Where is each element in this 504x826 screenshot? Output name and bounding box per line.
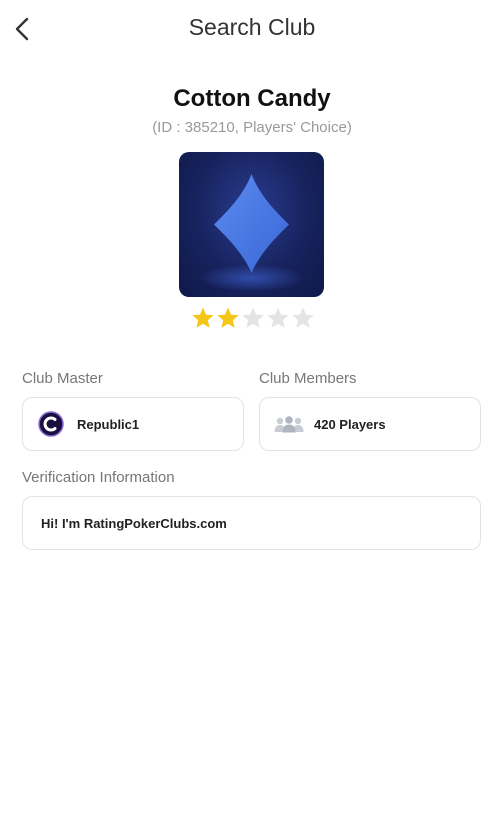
verification-card: Hi! I'm RatingPokerClubs.com: [22, 496, 481, 550]
star-filled-icon: [192, 307, 214, 328]
club-members-count: 420 Players: [314, 416, 386, 432]
star-rating: [191, 306, 315, 330]
star-empty-icon: [242, 307, 264, 328]
verification-text: Hi! I'm RatingPokerClubs.com: [41, 515, 227, 531]
club-name: Cotton Candy: [173, 85, 331, 112]
diamond-suit-icon: [214, 174, 289, 273]
star-empty-icon: [267, 307, 289, 328]
page-title: Search Club: [188, 14, 316, 40]
club-master-label: Club Master: [22, 370, 103, 387]
star-empty-icon: [292, 307, 314, 328]
club-avatar-icon: [38, 411, 64, 437]
verification-label: Verification Information: [22, 469, 175, 486]
club-master-card[interactable]: Republic1: [22, 397, 244, 451]
club-id-subtitle: (ID : 385210, Players' Choice): [152, 119, 352, 136]
search-club-screen: Search Club Cotton Candy (ID : 385210, P…: [0, 0, 504, 826]
club-master-name: Republic1: [77, 416, 140, 432]
club-members-card[interactable]: 420 Players: [259, 397, 481, 451]
users-icon: [274, 416, 304, 433]
star-filled-icon: [217, 307, 239, 328]
club-logo: [179, 152, 324, 297]
header: Search Club: [0, 0, 504, 58]
club-members-label: Club Members: [259, 370, 357, 387]
